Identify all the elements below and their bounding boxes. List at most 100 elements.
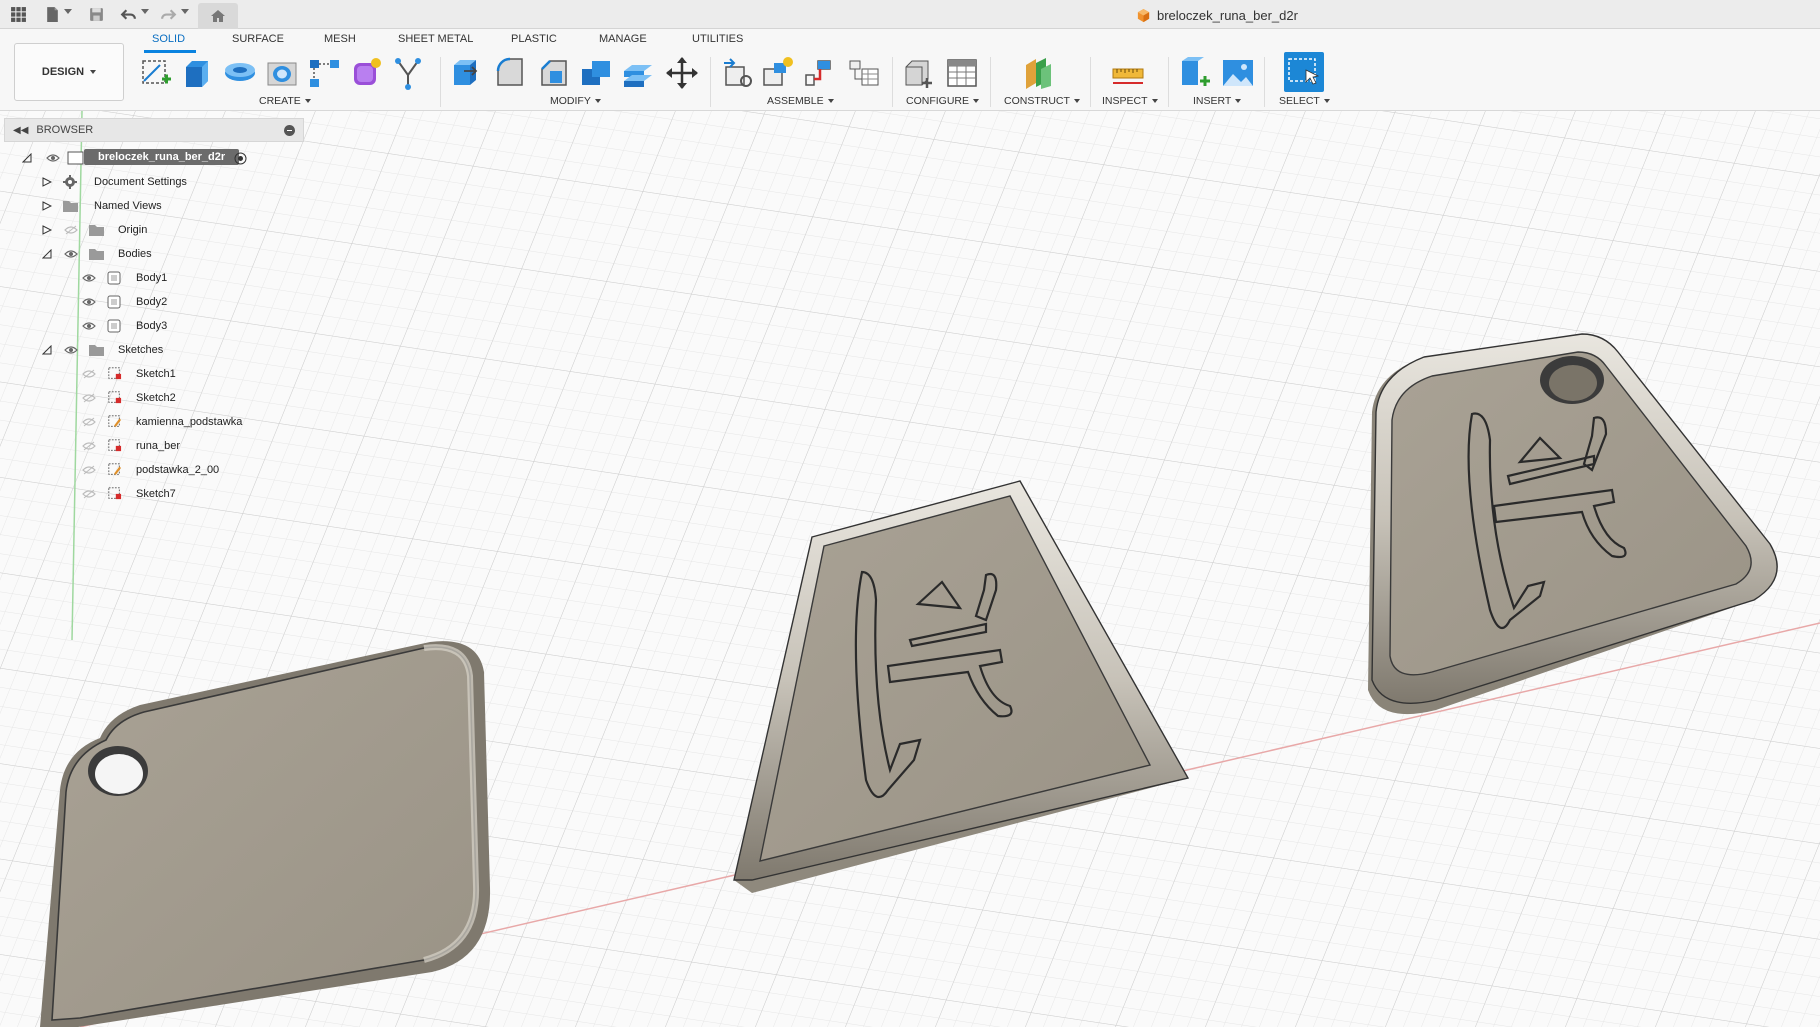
save-icon[interactable]: [86, 4, 107, 25]
visibility-eye-hidden-icon[interactable]: [82, 417, 96, 427]
sketch-icon: [108, 367, 122, 380]
as-built-joint-icon[interactable]: [802, 55, 838, 91]
folder-icon: [89, 345, 104, 356]
collapse-panel-icon[interactable]: ◀◀: [13, 125, 28, 136]
workspace-switcher[interactable]: DESIGN: [14, 43, 124, 101]
browser-header[interactable]: ◀◀ BROWSER: [4, 118, 304, 142]
visibility-eye-icon[interactable]: [64, 345, 78, 355]
toolbar-divider: [1264, 57, 1265, 107]
visibility-eye-icon[interactable]: [82, 321, 96, 331]
visibility-eye-hidden-icon[interactable]: [82, 489, 96, 499]
home-icon[interactable]: [198, 3, 238, 29]
tree-item-label: Sketch7: [136, 488, 176, 500]
modify-group-label[interactable]: MODIFY: [550, 95, 601, 107]
hole-icon[interactable]: [264, 55, 300, 91]
tree-item-kamienna-podstawka[interactable]: kamienna_podstawka: [82, 411, 282, 433]
visibility-eye-hidden-icon[interactable]: [82, 441, 96, 451]
assemble-group-label[interactable]: ASSEMBLE: [767, 95, 834, 107]
select-icon[interactable]: [1284, 52, 1324, 92]
tree-item-body2[interactable]: Body2: [82, 291, 282, 313]
visibility-eye-icon[interactable]: [46, 153, 60, 163]
tab-plastic[interactable]: PLASTIC: [511, 33, 557, 51]
assemble-label-text: ASSEMBLE: [767, 95, 824, 107]
tree-item-body1[interactable]: Body1: [82, 267, 282, 289]
redo-icon[interactable]: [158, 4, 179, 25]
visibility-eye-hidden-icon[interactable]: [64, 225, 78, 235]
offset-plane-icon[interactable]: [1020, 55, 1056, 91]
tree-item-sketches[interactable]: Sketches: [42, 339, 282, 361]
expanded-triangle-icon[interactable]: [42, 249, 52, 259]
collapsed-triangle-icon[interactable]: [42, 177, 52, 187]
tree-item-sketch1[interactable]: Sketch1: [82, 363, 282, 385]
undo-caret[interactable]: [141, 9, 149, 14]
construct-group-label[interactable]: CONSTRUCT: [1004, 95, 1080, 107]
file-menu-caret[interactable]: [64, 9, 72, 14]
visibility-eye-icon[interactable]: [64, 249, 78, 259]
file-icon[interactable]: [42, 4, 63, 25]
tree-item-body3[interactable]: Body3: [82, 315, 282, 337]
tab-surface[interactable]: SURFACE: [232, 33, 284, 51]
visibility-eye-hidden-icon[interactable]: [82, 369, 96, 379]
body-icon: [107, 295, 121, 309]
tree-item-sketch2[interactable]: Sketch2: [82, 387, 282, 409]
create-sketch-icon[interactable]: [138, 55, 174, 91]
move-icon[interactable]: [664, 55, 700, 91]
chamfer-icon[interactable]: [536, 55, 572, 91]
derive-icon[interactable]: [390, 55, 426, 91]
tab-solid[interactable]: SOLID: [152, 33, 185, 51]
insert-image-icon[interactable]: [1220, 55, 1256, 91]
tree-root-row[interactable]: breloczek_runa_ber_d2r: [22, 147, 282, 169]
minimize-icon[interactable]: [284, 125, 295, 136]
joint-icon[interactable]: [760, 55, 796, 91]
undo-icon[interactable]: [118, 4, 139, 25]
tab-mesh[interactable]: MESH: [324, 33, 356, 51]
tree-item-origin[interactable]: Origin: [42, 219, 282, 241]
fillet-icon[interactable]: [492, 55, 528, 91]
collapsed-triangle-icon[interactable]: [42, 201, 52, 211]
tree-item-label: Sketches: [118, 344, 164, 356]
offset-face-icon[interactable]: [620, 55, 656, 91]
browser-panel: ◀◀ BROWSER: [4, 118, 304, 142]
expanded-triangle-icon[interactable]: [42, 345, 52, 355]
new-component-icon[interactable]: [720, 55, 756, 91]
configure-icon[interactable]: [900, 55, 936, 91]
tree-item-sketch7[interactable]: Sketch7: [82, 483, 282, 505]
tree-item-podstawka-2-00[interactable]: podstawka_2_00: [82, 459, 282, 481]
joint-origin-icon[interactable]: [846, 55, 882, 91]
tab-utilities[interactable]: UTILITIES: [692, 33, 743, 51]
tree-item-runa-ber[interactable]: runa_ber: [82, 435, 282, 457]
create-form-icon[interactable]: [348, 55, 384, 91]
inspect-group-label[interactable]: INSPECT: [1102, 95, 1158, 107]
expanded-triangle-icon[interactable]: [22, 153, 32, 163]
tree-item-label: Sketch1: [136, 368, 176, 380]
configuration-table-icon[interactable]: [944, 55, 980, 91]
tab-sheet-metal[interactable]: SHEET METAL: [398, 33, 473, 51]
activate-radio-icon[interactable]: [234, 152, 247, 165]
visibility-eye-hidden-icon[interactable]: [82, 465, 96, 475]
tree-item-label: kamienna_podstawka: [136, 416, 243, 428]
redo-caret[interactable]: [181, 9, 189, 14]
rectangular-pattern-icon[interactable]: [306, 55, 342, 91]
select-group-label[interactable]: SELECT: [1279, 95, 1330, 107]
extrude-icon[interactable]: [180, 55, 216, 91]
visibility-eye-icon[interactable]: [82, 297, 96, 307]
collapsed-triangle-icon[interactable]: [42, 225, 52, 235]
press-pull-icon[interactable]: [448, 55, 484, 91]
tree-item-named-views[interactable]: Named Views: [42, 195, 282, 217]
chevron-down-icon: [1073, 99, 1080, 103]
visibility-eye-icon[interactable]: [82, 273, 96, 283]
document-icon: [67, 151, 84, 165]
workspace-label: DESIGN: [41, 66, 85, 78]
tree-item-bodies[interactable]: Bodies: [42, 243, 282, 265]
combine-icon[interactable]: [578, 55, 614, 91]
grid-menu-icon[interactable]: [8, 4, 29, 25]
insert-group-label[interactable]: INSERT: [1193, 95, 1242, 107]
create-group-label[interactable]: CREATE: [259, 95, 311, 107]
visibility-eye-hidden-icon[interactable]: [82, 393, 96, 403]
insert-derive-icon[interactable]: [1178, 55, 1214, 91]
revolve-icon[interactable]: [222, 55, 258, 91]
tree-item-document-settings[interactable]: Document Settings: [42, 171, 282, 193]
measure-icon[interactable]: [1110, 55, 1146, 91]
configure-group-label[interactable]: CONFIGURE: [906, 95, 979, 107]
tab-manage[interactable]: MANAGE: [599, 33, 647, 51]
